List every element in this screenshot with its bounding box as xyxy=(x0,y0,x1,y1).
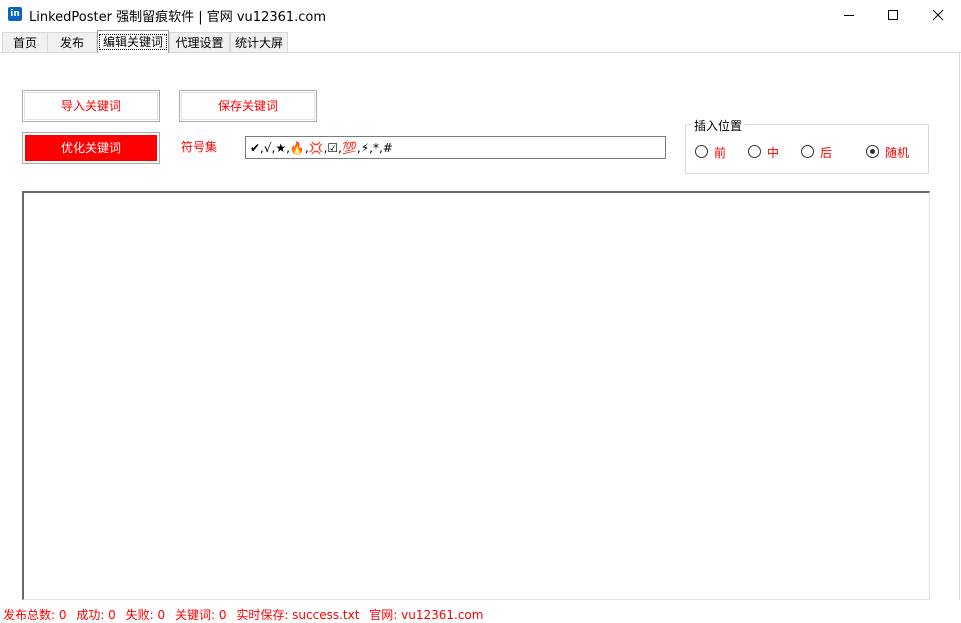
tab-panel-right-border xyxy=(959,52,960,600)
save-keywords-button[interactable]: 保存关键词 xyxy=(179,90,317,122)
symbol-set-label: 符号集 xyxy=(181,140,218,154)
title-bar[interactable]: in LinkedPoster 强制留痕软件 | 官网 vu12361.com xyxy=(0,0,961,30)
status-keywords: 关键词: 0 xyxy=(174,608,227,622)
close-icon xyxy=(932,9,944,21)
radio-random-label: 随机 xyxy=(885,146,910,160)
insert-position-legend: 插入位置 xyxy=(691,117,746,134)
radio-front-circle[interactable] xyxy=(695,145,708,158)
status-success: 成功: 0 xyxy=(76,608,116,622)
window-title: LinkedPoster 强制留痕软件 | 官网 vu12361.com xyxy=(29,10,327,25)
optimize-keywords-button[interactable]: 优化关键词 xyxy=(22,132,160,164)
minimize-icon xyxy=(844,15,854,16)
tab-publish[interactable]: 发布 xyxy=(47,32,97,52)
close-button[interactable] xyxy=(915,0,961,30)
radio-back-label: 后 xyxy=(820,146,833,160)
app-window: in LinkedPoster 强制留痕软件 | 官网 vu12361.com … xyxy=(0,0,961,623)
radio-middle-circle[interactable] xyxy=(748,145,761,158)
linkedin-icon: in xyxy=(8,7,22,21)
status-autosave: 实时保存: success.txt xyxy=(236,608,360,622)
tab-home[interactable]: 首页 xyxy=(2,32,48,52)
radio-front-label: 前 xyxy=(714,146,727,160)
radio-back-circle[interactable] xyxy=(801,145,814,158)
status-failed: 失败: 0 xyxy=(125,608,166,622)
tab-edit-keywords-label: 编辑关键词 xyxy=(98,34,167,50)
import-keywords-button[interactable]: 导入关键词 xyxy=(22,90,160,122)
status-bar: 发布总数: 0 成功: 0 失败: 0 关键词: 0 实时保存: success… xyxy=(3,606,489,623)
radio-random-circle[interactable] xyxy=(866,145,879,158)
keywords-editor[interactable] xyxy=(22,191,930,600)
tab-proxy-settings[interactable]: 代理设置 xyxy=(169,32,230,52)
minimize-button[interactable] xyxy=(826,0,872,30)
status-total: 发布总数: 0 xyxy=(3,608,67,622)
radio-middle-label: 中 xyxy=(767,146,780,160)
symbol-set-input[interactable] xyxy=(245,136,666,159)
tab-edit-keywords[interactable]: 编辑关键词 xyxy=(97,30,169,53)
maximize-icon xyxy=(888,10,898,20)
tab-stats-dashboard[interactable]: 统计大屏 xyxy=(230,32,288,52)
status-website[interactable]: 官网: vu12361.com xyxy=(369,608,483,622)
maximize-button[interactable] xyxy=(870,0,916,30)
